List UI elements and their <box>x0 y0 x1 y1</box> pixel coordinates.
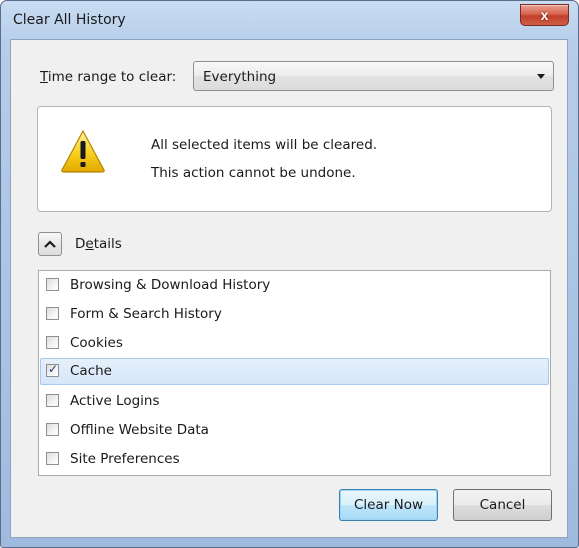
list-item-cache[interactable]: ✓ Cache <box>40 358 549 385</box>
checkbox[interactable] <box>46 452 59 465</box>
checkbox[interactable] <box>46 423 59 436</box>
close-button[interactable]: x <box>520 4 569 26</box>
cancel-button[interactable]: Cancel <box>453 489 552 521</box>
details-label[interactable]: Details <box>75 236 122 252</box>
history-items-list: Browsing & Download History Form & Searc… <box>38 270 551 476</box>
list-item-active-logins[interactable]: Active Logins <box>40 388 549 415</box>
clear-now-button[interactable]: Clear Now <box>339 489 438 521</box>
list-item-label: Cache <box>70 363 112 379</box>
checkbox[interactable] <box>46 394 59 407</box>
chevron-down-icon <box>537 74 545 79</box>
window-title: Clear All History <box>13 12 126 28</box>
warning-panel: All selected items will be cleared. This… <box>37 106 552 212</box>
list-item-cookies[interactable]: Cookies <box>40 330 549 357</box>
list-item-offline-website-data[interactable]: Offline Website Data <box>40 417 549 444</box>
checkbox[interactable] <box>46 307 59 320</box>
close-icon: x <box>540 7 549 23</box>
list-item-form-search-history[interactable]: Form & Search History <box>40 301 549 328</box>
warning-triangle-icon <box>61 129 105 173</box>
checkbox-checked[interactable]: ✓ <box>46 362 59 377</box>
list-item-label: Browsing & Download History <box>70 277 271 293</box>
title-bar[interactable]: Clear All History x <box>1 1 578 39</box>
dialog-body: Time range to clear: Everything All sele… <box>10 39 568 538</box>
list-item-site-preferences[interactable]: Site Preferences <box>40 446 549 473</box>
dialog-window: Clear All History x Time range to clear:… <box>0 0 579 548</box>
warning-message-line1: All selected items will be cleared. <box>151 137 378 153</box>
list-item-label: Form & Search History <box>70 306 222 322</box>
time-range-label: Time range to clear: <box>40 69 177 85</box>
checkbox[interactable] <box>46 278 59 291</box>
checkbox[interactable] <box>46 336 59 349</box>
time-range-value: Everything <box>203 69 277 85</box>
list-item-browsing-download-history[interactable]: Browsing & Download History <box>40 272 549 299</box>
warning-message-line2: This action cannot be undone. <box>151 165 356 181</box>
list-item-label: Cookies <box>70 335 123 351</box>
list-item-label: Site Preferences <box>70 451 180 467</box>
details-toggle-button[interactable] <box>38 232 62 256</box>
list-item-label: Active Logins <box>70 393 160 409</box>
chevron-up-icon <box>44 240 56 248</box>
list-item-label: Offline Website Data <box>70 422 209 438</box>
checkmark-icon: ✓ <box>48 362 59 376</box>
time-range-select[interactable]: Everything <box>193 61 554 91</box>
